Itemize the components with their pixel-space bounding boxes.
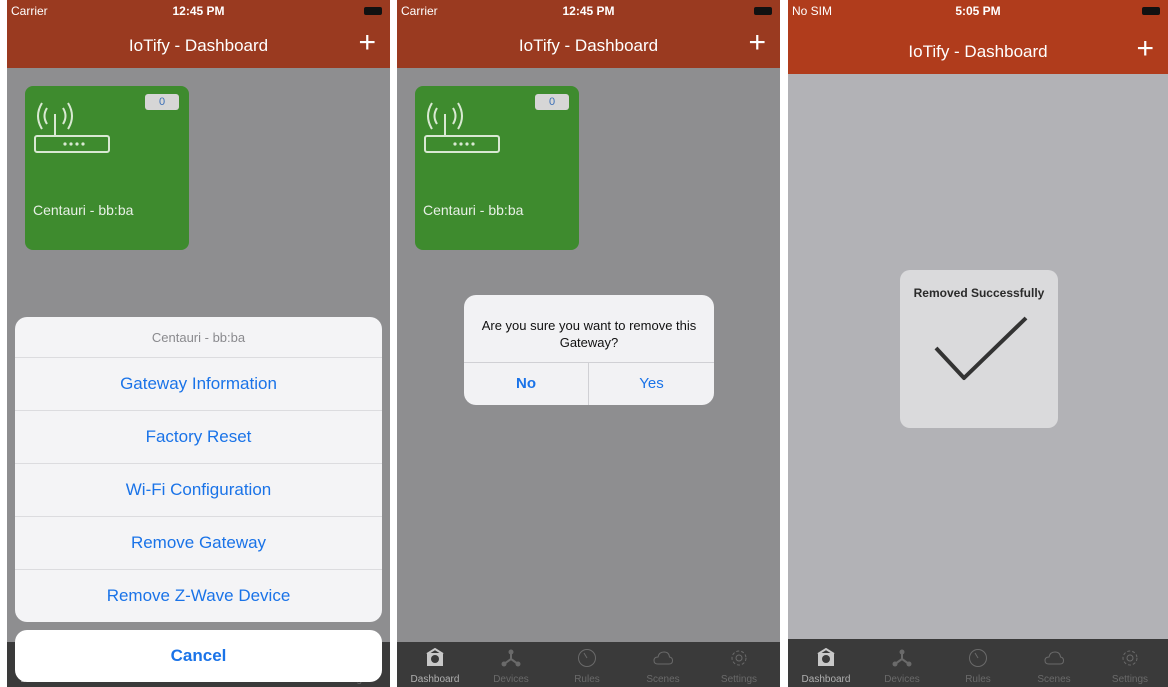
gear-icon [1122, 650, 1138, 666]
gateway-name: Centauri - bb:ba [423, 202, 524, 218]
screen-action-sheet: Carrier 12:45 PM IoTify - Dashboard + 0 … [7, 0, 390, 687]
tab-label: Rules [574, 674, 600, 685]
tab-scenes[interactable]: Scenes [1016, 642, 1092, 687]
remove-zwave-device-option[interactable]: Remove Z-Wave Device [15, 570, 382, 622]
add-button[interactable]: + [358, 28, 376, 58]
devices-icon [892, 649, 912, 667]
timer-icon [969, 649, 987, 667]
battery-icon [1142, 7, 1160, 15]
page-title: IoTify - Dashboard [908, 42, 1048, 61]
tab-label: Scenes [1037, 674, 1071, 685]
remove-gateway-option[interactable]: Remove Gateway [15, 517, 382, 570]
gateway-tile[interactable]: 0 Centauri - bb:ba [415, 86, 579, 250]
router-icon [424, 102, 500, 153]
status-bar: Carrier 12:45 PM [397, 0, 780, 22]
gear-icon [731, 650, 747, 666]
battery-icon [754, 7, 772, 15]
tab-label: Devices [493, 674, 529, 685]
tab-devices[interactable]: Devices [473, 642, 549, 687]
screen-confirm-alert: Carrier 12:45 PM IoTify - Dashboard + 0 … [397, 0, 780, 687]
timer-icon [578, 649, 596, 667]
status-time: 5:05 PM [955, 4, 1001, 18]
dashboard-icon [817, 648, 835, 666]
page-title: IoTify - Dashboard [518, 36, 659, 55]
action-sheet: Centauri - bb:ba Gateway Information Fac… [15, 317, 382, 622]
tab-bar: Dashboard Devices Rules Scenes Settings [397, 642, 780, 687]
tab-devices[interactable]: Devices [864, 642, 940, 687]
tab-rules[interactable]: Rules [549, 642, 625, 687]
checkmark-icon [934, 316, 1028, 380]
page-title: IoTify - Dashboard [128, 36, 269, 55]
devices-icon [501, 649, 521, 667]
tab-settings[interactable]: Settings [1092, 642, 1168, 687]
status-bar: No SIM 5:05 PM [788, 0, 1168, 22]
status-bar: Carrier 12:45 PM [7, 0, 390, 22]
tab-label: Devices [884, 674, 920, 685]
tab-label: Rules [965, 674, 991, 685]
tab-label: Dashboard [801, 674, 851, 685]
nav-bar: IoTify - Dashboard + [397, 22, 780, 68]
tab-rules[interactable]: Rules [940, 642, 1016, 687]
count-badge: 0 [145, 94, 179, 110]
cloud-icon [653, 651, 673, 665]
cancel-button[interactable]: Cancel [15, 630, 382, 682]
tab-bar: Dashboard Devices Rules Scenes Settings [788, 639, 1168, 687]
gateway-name: Centauri - bb:ba [33, 202, 134, 218]
status-time: 12:45 PM [562, 4, 615, 18]
hud-message: Removed Successfully [913, 286, 1045, 300]
gateway-information-option[interactable]: Gateway Information [15, 358, 382, 411]
tab-scenes[interactable]: Scenes [625, 642, 701, 687]
router-icon [34, 102, 110, 153]
dashboard-icon [426, 648, 444, 666]
nav-bar: IoTify - Dashboard + [7, 22, 390, 68]
tab-label: Scenes [646, 674, 680, 685]
gateway-tile[interactable]: 0 Centauri - bb:ba [25, 86, 189, 250]
tab-dashboard[interactable]: Dashboard [397, 642, 473, 687]
tab-label: Settings [1111, 674, 1149, 685]
action-sheet-title: Centauri - bb:ba [15, 317, 382, 358]
alert-message: Are you sure you want to remove this Gat… [481, 318, 697, 350]
count-badge: 0 [535, 94, 569, 110]
yes-button[interactable]: Yes [589, 363, 714, 405]
screen-success-hud: No SIM 5:05 PM IoTify - Dashboard + Remo… [788, 0, 1168, 687]
battery-icon [364, 7, 382, 15]
factory-reset-option[interactable]: Factory Reset [15, 411, 382, 464]
confirm-alert: Are you sure you want to remove this Gat… [464, 295, 714, 405]
tab-label: Settings [720, 674, 758, 685]
wifi-configuration-option[interactable]: Wi-Fi Configuration [15, 464, 382, 517]
tab-settings[interactable]: Settings [701, 642, 777, 687]
status-time: 12:45 PM [172, 4, 225, 18]
nav-bar: IoTify - Dashboard + [788, 22, 1168, 74]
add-button[interactable]: + [1136, 34, 1154, 64]
tab-dashboard[interactable]: Dashboard [788, 642, 864, 687]
success-hud: Removed Successfully [900, 270, 1058, 428]
tab-label: Dashboard [410, 674, 460, 685]
add-button[interactable]: + [748, 28, 766, 58]
alert-button-row: No Yes [464, 362, 714, 405]
no-button[interactable]: No [464, 363, 589, 405]
cloud-icon [1044, 651, 1064, 665]
